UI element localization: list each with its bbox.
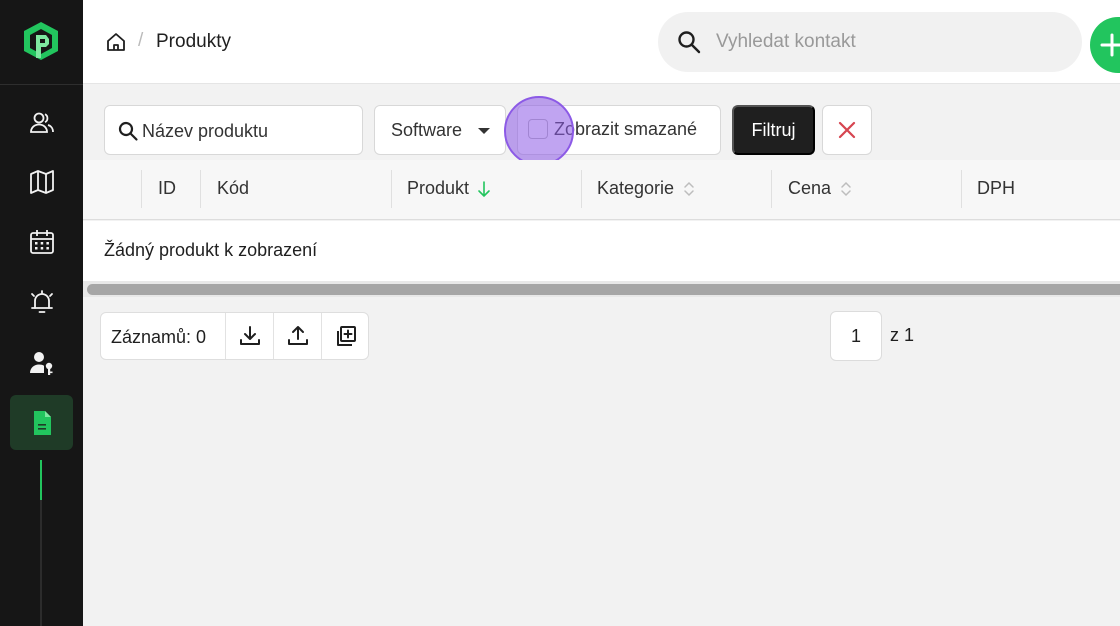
- empty-table-message: Žádný produkt k zobrazení: [104, 240, 318, 260]
- contact-search: [658, 12, 1082, 72]
- column-label: Cena: [788, 178, 832, 198]
- sidebar-track-active: [40, 460, 42, 500]
- column-label: Kód: [217, 178, 250, 198]
- show-deleted-checkbox[interactable]: [528, 119, 548, 139]
- filter-button[interactable]: Filtruj: [732, 105, 815, 155]
- sidebar: [0, 0, 83, 626]
- product-name-input[interactable]: [142, 117, 352, 145]
- category-selected-value: Software: [391, 120, 463, 140]
- column-header-price[interactable]: Cena: [788, 178, 853, 199]
- breadcrumb-current: Produkty: [156, 31, 231, 52]
- sort-both-icon: [841, 181, 851, 196]
- scrollbar-thumb[interactable]: [87, 284, 1120, 295]
- column-separator: [391, 170, 392, 208]
- column-header-category[interactable]: Kategorie: [597, 178, 696, 199]
- table-body: Žádný produkt k zobrazení: [83, 221, 1120, 281]
- plus-icon: [1100, 33, 1120, 57]
- caret-down-icon: [478, 128, 490, 134]
- sidebar-item-calendar[interactable]: [20, 222, 64, 262]
- breadcrumb-separator: /: [138, 30, 144, 51]
- top-header: / Produkty: [83, 0, 1120, 84]
- sidebar-item-contacts[interactable]: [20, 103, 64, 143]
- column-separator: [771, 170, 772, 208]
- column-header-code[interactable]: Kód: [217, 178, 249, 199]
- category-select[interactable]: Software: [374, 105, 506, 155]
- search-icon: [118, 121, 138, 141]
- calendar-icon: [30, 230, 54, 254]
- download-icon: [239, 326, 260, 345]
- add-item-button[interactable]: [321, 313, 369, 359]
- column-header-id[interactable]: ID: [158, 178, 176, 199]
- sidebar-item-products[interactable]: [10, 395, 73, 450]
- sidebar-item-alarms[interactable]: [20, 282, 64, 322]
- show-deleted-label: Zobrazit smazané: [554, 119, 698, 139]
- horizontal-scrollbar[interactable]: [83, 281, 1120, 297]
- close-icon: [838, 121, 856, 139]
- table-header: ID Kód Produkt Kategorie Cena DPH: [83, 160, 1120, 220]
- contact-search-input[interactable]: [716, 27, 1046, 57]
- records-count: Záznamů: 0: [111, 327, 207, 347]
- users-icon: [30, 112, 54, 133]
- column-separator: [200, 170, 201, 208]
- column-label: Kategorie: [597, 178, 675, 198]
- product-name-filter: [104, 105, 363, 155]
- home-icon[interactable]: [105, 31, 127, 53]
- sort-down-icon: [478, 180, 490, 197]
- map-icon: [30, 170, 54, 194]
- export-button[interactable]: [225, 313, 273, 359]
- records-toolbar: Záznamů: 0: [100, 312, 369, 360]
- column-header-vat[interactable]: DPH: [977, 178, 1015, 199]
- add-box-icon: [336, 326, 356, 346]
- sidebar-divider: [0, 84, 83, 85]
- document-icon: [33, 410, 51, 435]
- search-icon: [678, 31, 701, 54]
- column-label: DPH: [977, 178, 1016, 198]
- upload-icon: [287, 326, 308, 345]
- sidebar-item-user-key[interactable]: [20, 343, 64, 383]
- column-separator: [581, 170, 582, 208]
- column-label: Produkt: [407, 178, 470, 198]
- column-label: ID: [158, 178, 176, 198]
- column-header-product[interactable]: Produkt: [407, 178, 491, 199]
- user-key-icon: [30, 352, 53, 375]
- page-total: z 1: [890, 325, 915, 345]
- sort-both-icon: [684, 181, 694, 196]
- import-button[interactable]: [273, 313, 321, 359]
- app-logo-icon[interactable]: [21, 20, 61, 64]
- column-separator: [141, 170, 142, 208]
- sidebar-item-map[interactable]: [20, 162, 64, 202]
- column-separator: [961, 170, 962, 208]
- clear-filters-button[interactable]: [822, 105, 872, 155]
- alarm-icon: [31, 290, 53, 313]
- add-button[interactable]: [1090, 17, 1120, 73]
- page-number-input[interactable]: [830, 311, 882, 361]
